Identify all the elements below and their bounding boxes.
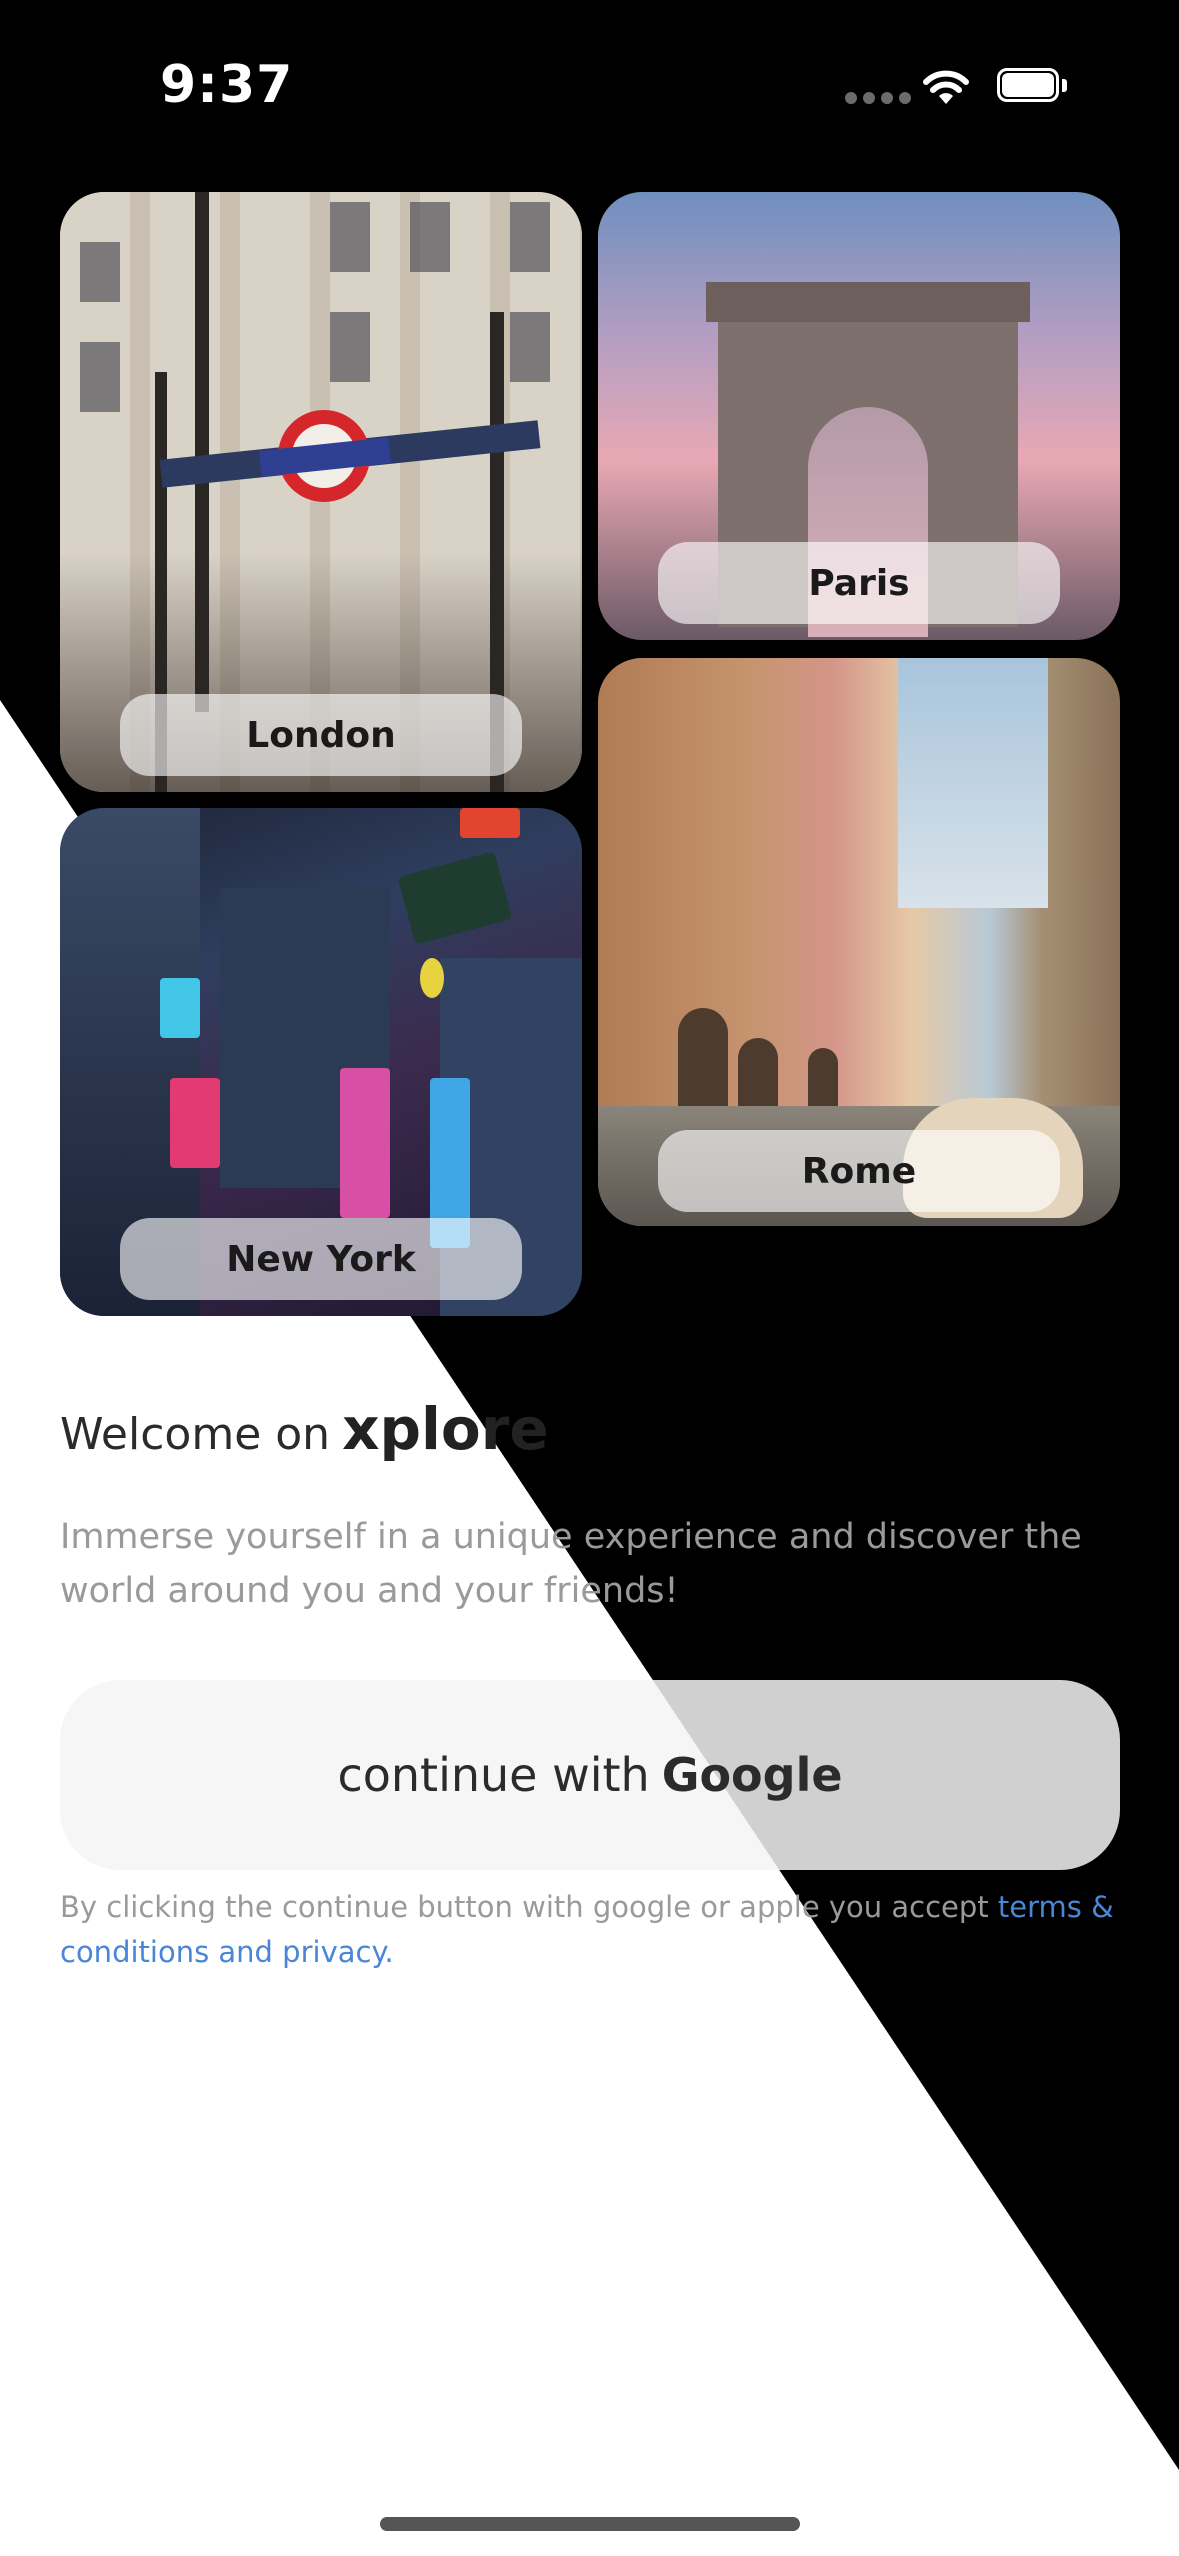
destination-card-paris[interactable]: Paris <box>598 192 1120 640</box>
destination-label-london: London <box>120 694 522 776</box>
continue-with-google-button[interactable]: continue with Google <box>60 1680 1120 1870</box>
status-time: 9:37 <box>160 55 294 115</box>
status-bar: 9:37 <box>0 0 1179 170</box>
wifi-icon <box>923 70 969 104</box>
legal-notice: By clicking the continue button with goo… <box>60 1885 1120 1975</box>
destination-label-paris: Paris <box>658 542 1060 624</box>
destination-card-new-york[interactable]: New York <box>60 808 582 1316</box>
welcome-prefix: Welcome on <box>60 1409 331 1460</box>
cellular-signal-icon <box>845 92 911 104</box>
welcome-subtitle: Immerse yourself in a unique experience … <box>60 1517 1082 1611</box>
battery-icon <box>997 68 1069 106</box>
welcome-heading: Welcome on xplore <box>60 1395 549 1463</box>
destination-card-london[interactable]: London <box>60 192 582 792</box>
legal-text: By clicking the continue button with goo… <box>60 1890 998 1924</box>
google-button-prefix: continue with <box>337 1748 650 1802</box>
brand-name: xplore <box>342 1395 549 1463</box>
destination-card-rome[interactable]: Rome <box>598 658 1120 1226</box>
destination-label-rome: Rome <box>658 1130 1060 1212</box>
home-indicator[interactable] <box>380 2517 800 2531</box>
destination-label-new-york: New York <box>120 1218 522 1300</box>
google-button-brand: Google <box>661 1748 843 1802</box>
